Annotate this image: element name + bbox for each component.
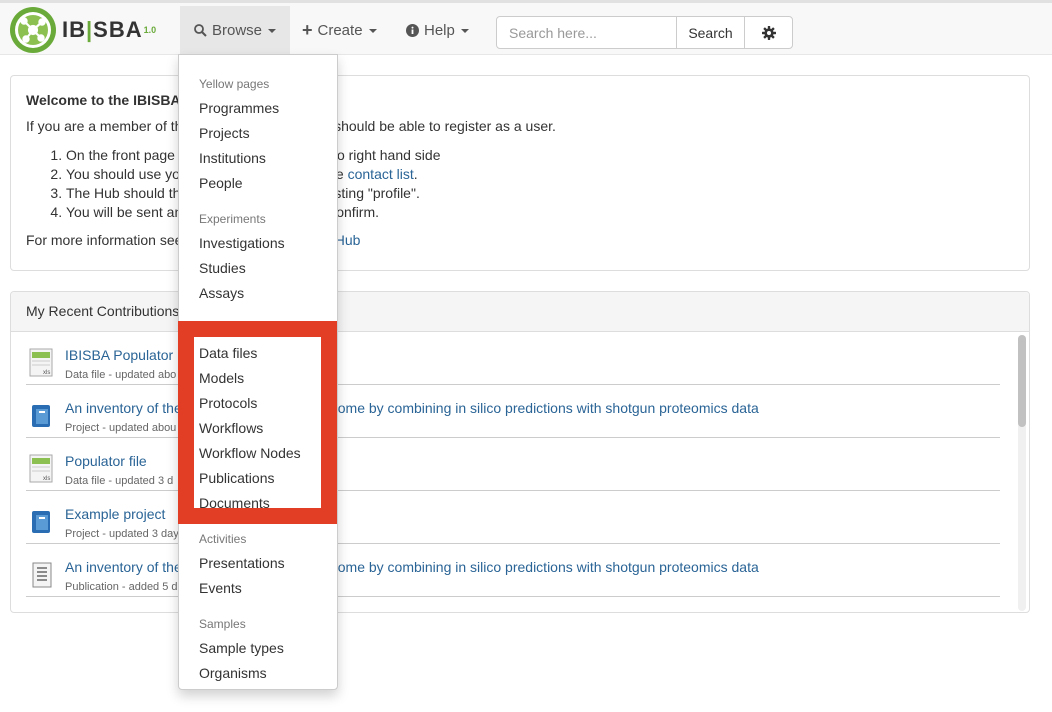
welcome-more-info: For more information see AHub [26, 231, 1014, 250]
brand-name-part2: SBA [93, 17, 143, 42]
item-title-text: Example project [65, 506, 166, 522]
spreadsheet-icon: xls [29, 348, 53, 377]
menu-item-publications[interactable]: Publications [199, 470, 275, 486]
item-meta: Publication - added 5 d [65, 581, 178, 593]
item-title-link[interactable]: IBISBA Populator [65, 347, 173, 363]
welcome-steps: On the front page o right hand side You s… [26, 146, 1014, 222]
menu-item-protocols[interactable]: Protocols [199, 395, 257, 411]
menu-item-organisms[interactable]: Organisms [199, 665, 267, 681]
scrollbar-thumb[interactable] [1018, 335, 1026, 427]
list-item: Example project Project - updated 3 day [26, 491, 1000, 544]
step-text: . [413, 166, 418, 182]
item-meta: Project - updated 3 day [65, 528, 179, 540]
menu-item-documents[interactable]: Documents [199, 495, 270, 511]
search-input[interactable] [496, 16, 677, 49]
welcome-intro: If you are a member of th u should be abl… [26, 117, 1014, 136]
svg-text:xls: xls [43, 370, 50, 376]
menu-item-presentations[interactable]: Presentations [199, 555, 285, 571]
gear-icon [761, 25, 776, 40]
ibisba-logo-icon [10, 7, 56, 53]
more-info-text: For more information see [26, 232, 183, 248]
welcome-intro-tail: u should be able to register as a user. [322, 118, 556, 134]
create-menu-toggle[interactable]: + Create [288, 6, 391, 55]
step-text: You should use yo [66, 166, 180, 182]
project-icon [32, 511, 50, 533]
menu-item-projects[interactable]: Projects [199, 125, 250, 141]
menu-item-investigations[interactable]: Investigations [199, 235, 285, 251]
step-text: You will be sent an [66, 204, 183, 220]
menu-item-sample-types[interactable]: Sample types [199, 640, 284, 656]
plus-icon: + [302, 20, 313, 40]
chevron-down-icon [368, 28, 377, 33]
item-title-link[interactable]: Populator file [65, 453, 147, 469]
menu-item-events[interactable]: Events [199, 580, 242, 596]
menu-header-samples: Samples [199, 617, 246, 631]
menu-header-activities: Activities [199, 532, 247, 546]
create-label: Create [317, 22, 363, 39]
step-text: The Hub should th [66, 185, 181, 201]
settings-button[interactable] [744, 16, 793, 49]
step-text: On the front page [66, 147, 175, 163]
menu-item-studies[interactable]: Studies [199, 260, 246, 276]
search-button[interactable]: Search [676, 16, 745, 49]
menu-item-workflows[interactable]: Workflows [199, 420, 263, 436]
item-title-link[interactable]: An inventory of the ome by combining in s… [65, 559, 759, 575]
publication-icon [32, 562, 52, 588]
menu-item-programmes[interactable]: Programmes [199, 100, 279, 116]
list-item: An inventory of the ome by combining in s… [26, 385, 1000, 438]
menu-item-assays[interactable]: Assays [199, 285, 244, 301]
list-item: xls IBISBA Populator Data file - updated… [26, 332, 1000, 385]
brand-name-part1: IB [62, 17, 86, 42]
item-title-link[interactable]: An inventory of the ome by combining in s… [65, 400, 759, 416]
list-item: An inventory of the ome by combining in s… [26, 544, 1000, 597]
menu-header-experiments: Experiments [199, 212, 266, 226]
item-meta: Project - updated abou [65, 422, 177, 434]
browse-dropdown-menu: Yellow pages Programmes Projects Institu… [178, 54, 338, 690]
contact-list-link[interactable]: contact list [348, 166, 414, 182]
welcome-intro-head: If you are a member of th [26, 118, 183, 134]
search-icon [194, 24, 207, 37]
brand-logo[interactable]: IB|SBA 1.0 [8, 5, 156, 55]
info-icon [406, 24, 419, 37]
menu-item-models[interactable]: Models [199, 370, 244, 386]
brand-name: IB|SBA [62, 17, 143, 43]
menu-item-data-files[interactable]: Data files [199, 345, 257, 361]
welcome-title: Welcome to the IBISBA [26, 92, 181, 108]
chevron-down-icon [460, 28, 469, 33]
top-navbar: IB|SBA 1.0 Browse + Create Help Search [0, 0, 1052, 55]
browse-label: Browse [212, 22, 263, 39]
recent-contributions-title: My Recent Contributions [11, 292, 1029, 332]
brand-version: 1.0 [143, 25, 157, 35]
item-title-text: ome by combining in silico predictions w… [337, 559, 759, 575]
recent-list: xls IBISBA Populator Data file - updated… [26, 332, 1000, 597]
item-meta: Data file - updated abo [65, 369, 177, 381]
menu-item-institutions[interactable]: Institutions [199, 150, 266, 166]
item-title-text: ome by combining in silico predictions w… [337, 400, 759, 416]
recent-contributions-panel: My Recent Contributions xls IBISBA Popul… [10, 291, 1030, 613]
svg-text:xls: xls [43, 476, 50, 482]
step-text: sting "profile". [334, 185, 420, 201]
welcome-panel: Welcome to the IBISBA If you are a membe… [10, 75, 1030, 271]
project-icon [32, 405, 50, 427]
menu-item-workflow-nodes[interactable]: Workflow Nodes [199, 445, 301, 461]
spreadsheet-icon: xls [29, 454, 53, 483]
item-title-link[interactable]: Example project [65, 506, 165, 522]
menu-item-people[interactable]: People [199, 175, 243, 191]
step-text: o right hand side [336, 147, 441, 163]
recent-scrollbar[interactable] [1018, 335, 1026, 611]
browse-menu-toggle[interactable]: Browse [180, 6, 291, 55]
item-title-text: Populator file [65, 453, 147, 469]
item-title-text: An inventory of the [65, 559, 182, 575]
help-menu-toggle[interactable]: Help [392, 6, 483, 55]
item-meta: Data file - updated 3 d [65, 475, 174, 487]
item-title-text: IBISBA Populator [65, 347, 174, 363]
chevron-down-icon [268, 28, 277, 33]
help-label: Help [424, 22, 455, 39]
menu-header-yellow-pages: Yellow pages [199, 77, 270, 91]
item-title-text: An inventory of the [65, 400, 182, 416]
list-item: xls Populator file Data file - updated 3… [26, 438, 1000, 491]
